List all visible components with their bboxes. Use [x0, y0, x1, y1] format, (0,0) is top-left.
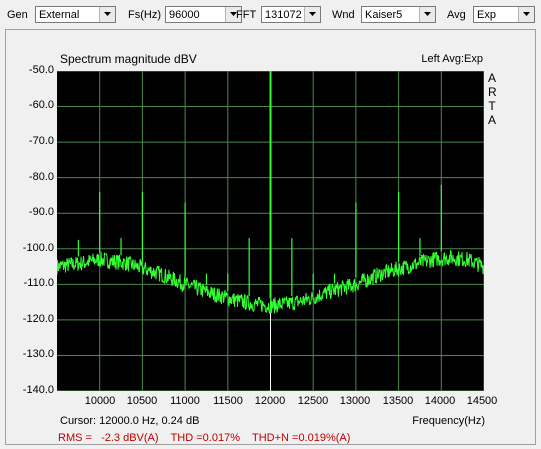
- chevron-down-icon[interactable]: [99, 7, 115, 22]
- y-tick-label: -90.0: [28, 206, 54, 218]
- x-tick-label: 10500: [126, 395, 158, 407]
- fs-select[interactable]: 96000: [165, 6, 242, 23]
- watermark-letter: A: [488, 71, 497, 85]
- y-tick-label: -110.0: [23, 277, 54, 289]
- fs-label: Fs(Hz): [128, 9, 161, 21]
- y-tick-label: -130.0: [22, 348, 54, 360]
- spectrum-plot[interactable]: [57, 71, 484, 391]
- toolbar: Gen External Fs(Hz) 96000 FFT 131072 Wnd…: [0, 0, 541, 30]
- watermark-letter: T: [488, 99, 496, 113]
- avg-select[interactable]: Exp: [473, 6, 535, 23]
- x-axis-label: Frequency(Hz): [412, 415, 485, 427]
- arta-watermark: A R T A: [488, 71, 497, 127]
- y-tick-label: -120.0: [22, 313, 54, 325]
- x-tick-label: 10000: [84, 395, 116, 407]
- x-tick-label: 11000: [170, 395, 200, 407]
- x-tick-label: 12000: [254, 395, 286, 407]
- y-tick-label: -70.0: [28, 135, 54, 147]
- fft-value: 131072: [265, 9, 302, 21]
- chevron-down-icon[interactable]: [419, 7, 435, 22]
- avg-value: Exp: [477, 9, 496, 21]
- cursor-readout: Cursor: 12000.0 Hz, 0.24 dB: [60, 415, 200, 427]
- gen-value: External: [39, 9, 80, 21]
- y-tick-label: -100.0: [22, 242, 54, 254]
- x-tick-label: 11500: [213, 395, 243, 407]
- channel-info: Left Avg:Exp: [421, 53, 483, 65]
- y-tick-label: -60.0: [28, 99, 54, 111]
- x-tick-label: 14500: [466, 395, 498, 407]
- chevron-down-icon[interactable]: [304, 7, 320, 22]
- avg-label: Avg: [447, 9, 466, 21]
- y-tick-label: -140.0: [22, 384, 54, 396]
- fs-value: 96000: [169, 9, 200, 21]
- x-tick-label: 13500: [382, 395, 414, 407]
- gen-select[interactable]: External: [35, 6, 116, 23]
- watermark-letter: A: [488, 113, 497, 127]
- fft-select[interactable]: 131072: [261, 6, 321, 23]
- plot-title: Spectrum magnitude dBV: [60, 52, 197, 66]
- wnd-label: Wnd: [332, 9, 355, 21]
- x-tick-label: 12500: [297, 395, 329, 407]
- fft-label: FFT: [236, 9, 257, 21]
- chevron-down-icon[interactable]: [518, 7, 534, 22]
- wnd-select[interactable]: Kaiser5: [361, 6, 436, 23]
- x-tick-label: 14000: [424, 395, 456, 407]
- y-tick-label: -50.0: [28, 64, 54, 76]
- measurement-stats: RMS = -2.3 dBV(A) THD =0.017% THD+N =0.0…: [58, 432, 351, 444]
- wnd-value: Kaiser5: [365, 9, 403, 21]
- x-tick-label: 13000: [339, 395, 371, 407]
- y-tick-label: -80.0: [28, 171, 54, 183]
- watermark-letter: R: [488, 85, 497, 99]
- gen-label: Gen: [7, 9, 28, 21]
